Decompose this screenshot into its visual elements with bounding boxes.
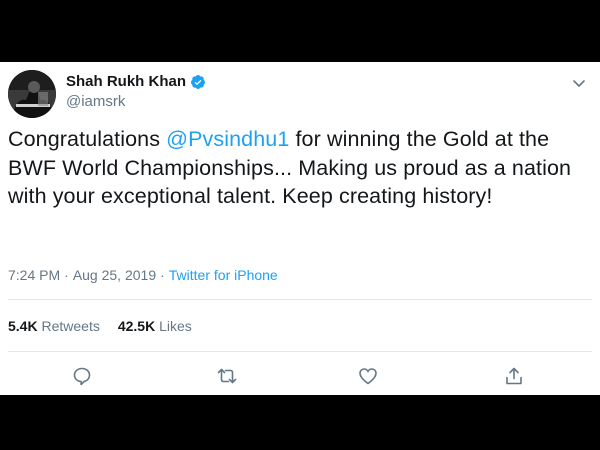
tweet-card: Shah Rukh Khan @iamsrk Congratulations @…: [0, 62, 600, 395]
tweet-text: Congratulations @Pvsindhu1 for winning t…: [8, 125, 592, 211]
chevron-down-icon[interactable]: [570, 74, 588, 92]
retweet-icon[interactable]: [216, 365, 238, 387]
tweet-text-before: Congratulations: [8, 127, 167, 151]
author-row: Shah Rukh Khan: [66, 73, 206, 90]
retweets-label: Retweets: [41, 318, 100, 334]
tweet-source-link[interactable]: Twitter for iPhone: [169, 267, 278, 283]
heart-icon[interactable]: [357, 365, 379, 387]
engagement-stats: 5.4K Retweets 42.5K Likes: [8, 318, 192, 334]
tweet-time[interactable]: 7:24 PM: [8, 267, 60, 283]
divider: [8, 351, 592, 352]
likes-stat[interactable]: 42.5K Likes: [118, 318, 192, 334]
avatar[interactable]: [8, 70, 56, 118]
retweets-count: 5.4K: [8, 318, 38, 334]
meta-separator: ·: [64, 267, 69, 283]
tweet-date[interactable]: Aug 25, 2019: [73, 267, 156, 283]
share-icon[interactable]: [503, 365, 525, 387]
mention-link[interactable]: @Pvsindhu1: [166, 127, 289, 151]
divider: [8, 299, 592, 300]
author-handle[interactable]: @iamsrk: [66, 93, 125, 110]
action-bar: [0, 363, 600, 391]
meta-separator: ·: [160, 267, 165, 283]
reply-icon[interactable]: [71, 365, 93, 387]
tweet-meta: 7:24 PM · Aug 25, 2019 · Twitter for iPhone: [8, 267, 278, 283]
likes-count: 42.5K: [117, 318, 156, 334]
verified-badge-icon: [190, 74, 206, 90]
likes-label: Likes: [159, 318, 192, 334]
retweets-stat[interactable]: 5.4K Retweets: [8, 318, 100, 334]
author-name[interactable]: Shah Rukh Khan: [66, 73, 186, 90]
